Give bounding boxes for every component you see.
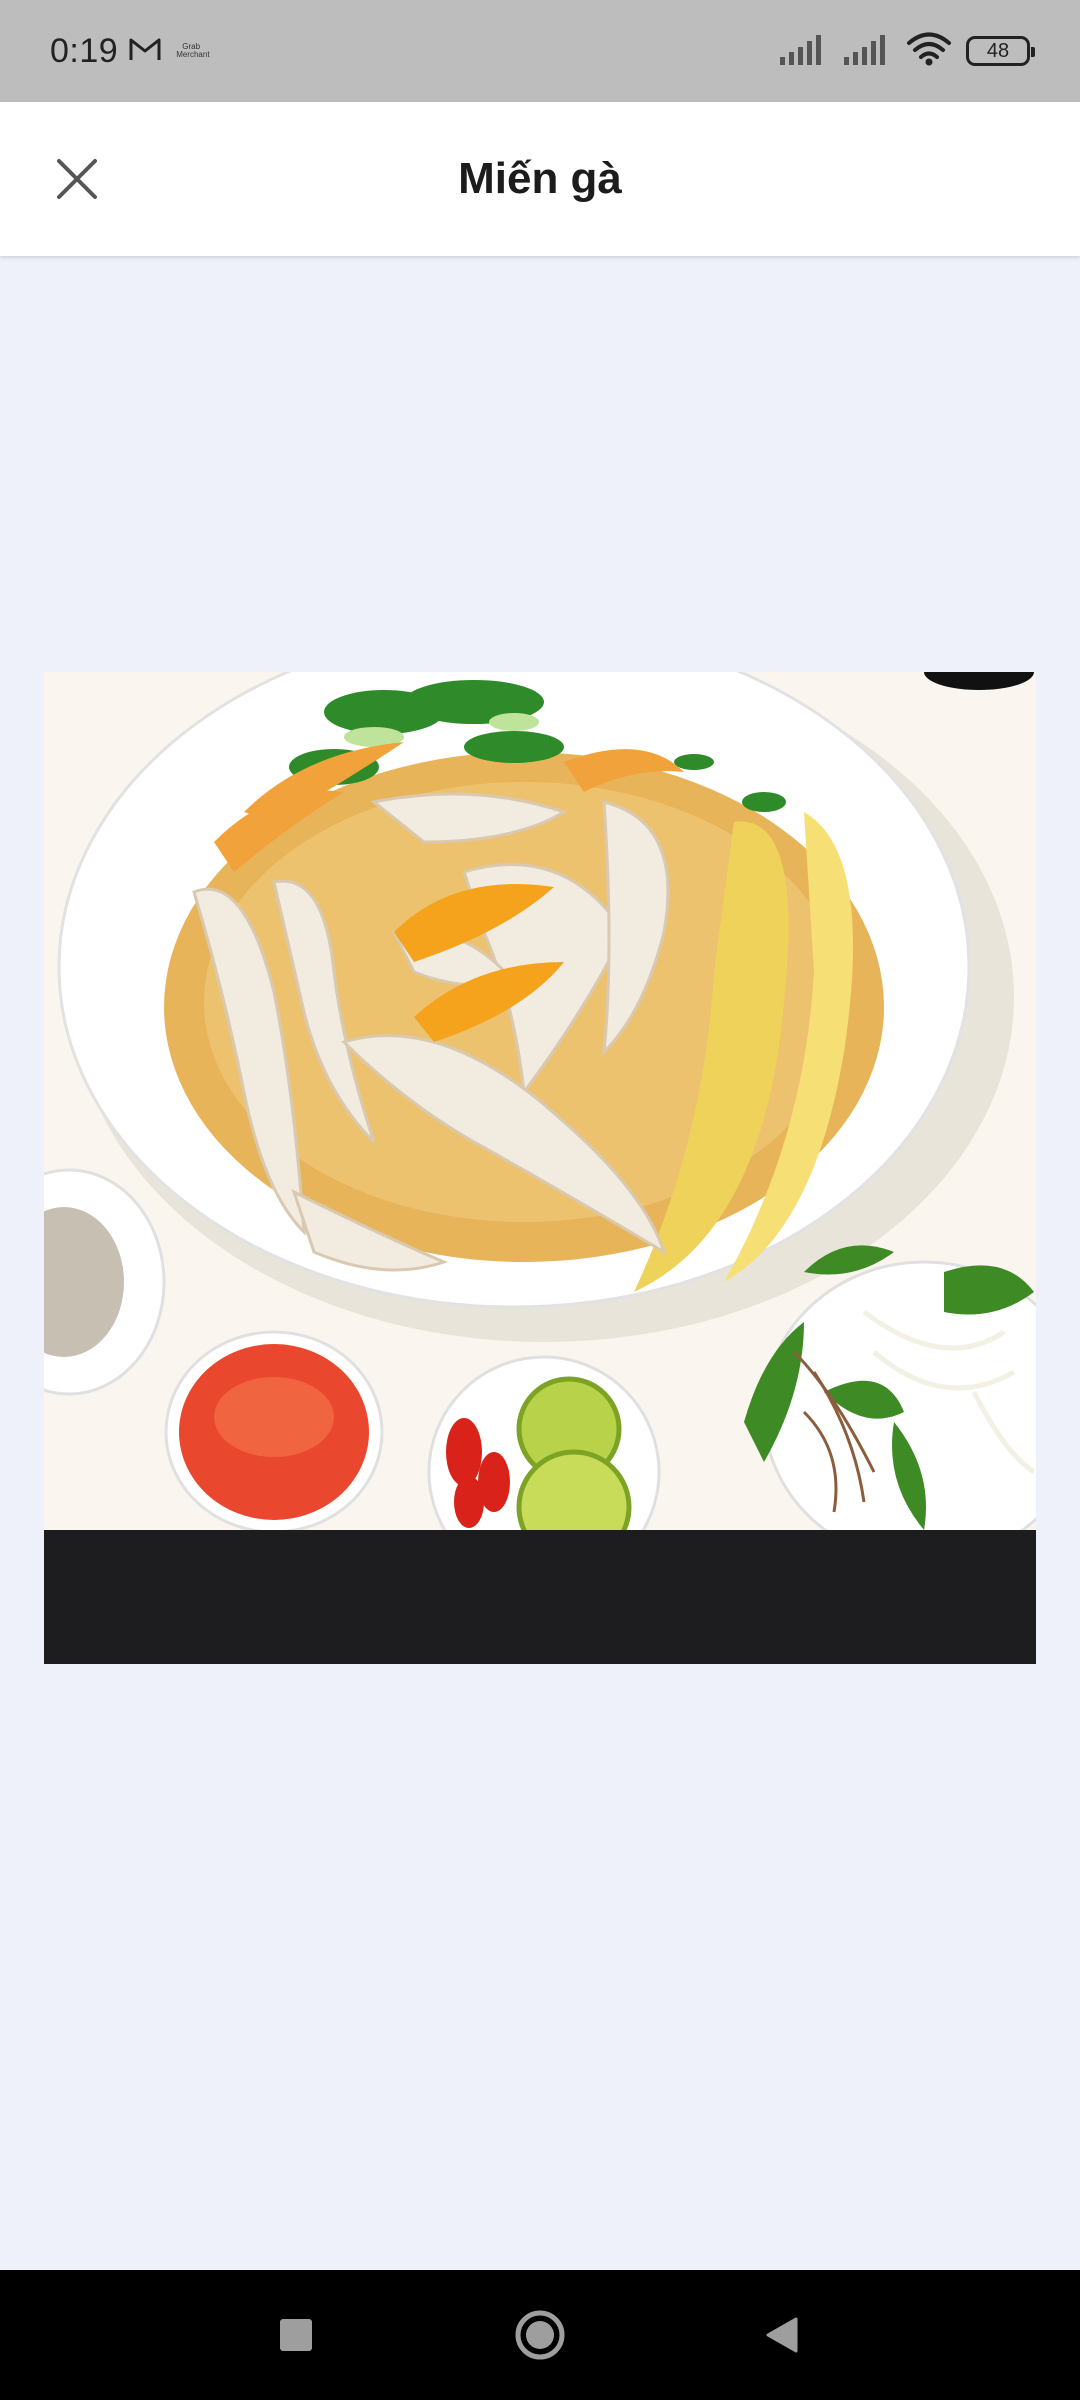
- back-triangle-icon: [766, 2317, 798, 2353]
- circle-icon: [515, 2310, 565, 2360]
- battery-icon: 48: [966, 36, 1035, 66]
- battery-level: 48: [986, 39, 1010, 62]
- mini-label-line2: Merchant: [176, 50, 210, 59]
- page-title: Miến gà: [458, 154, 622, 203]
- gmail-icon: [128, 36, 162, 67]
- grab-merchant-icon: Grab Merchant: [176, 43, 210, 59]
- status-bar: 0:19 Grab Merchant 48: [0, 0, 1080, 102]
- home-button[interactable]: [480, 2270, 600, 2400]
- photo-caption-strip: [44, 1530, 1036, 1664]
- food-photo: [44, 672, 1036, 1530]
- signal-icon: [778, 33, 828, 70]
- navigation-bar: [0, 2270, 1080, 2400]
- status-icons: 48: [778, 32, 1035, 71]
- header: Miến gà: [0, 102, 1080, 256]
- wifi-icon: [906, 32, 952, 71]
- status-time: 0:19: [50, 31, 119, 70]
- square-icon: [280, 2319, 312, 2351]
- image-viewer[interactable]: [44, 672, 1036, 1664]
- recents-button[interactable]: [236, 2270, 356, 2400]
- signal-icon-2: [842, 33, 892, 70]
- back-button[interactable]: [722, 2270, 842, 2400]
